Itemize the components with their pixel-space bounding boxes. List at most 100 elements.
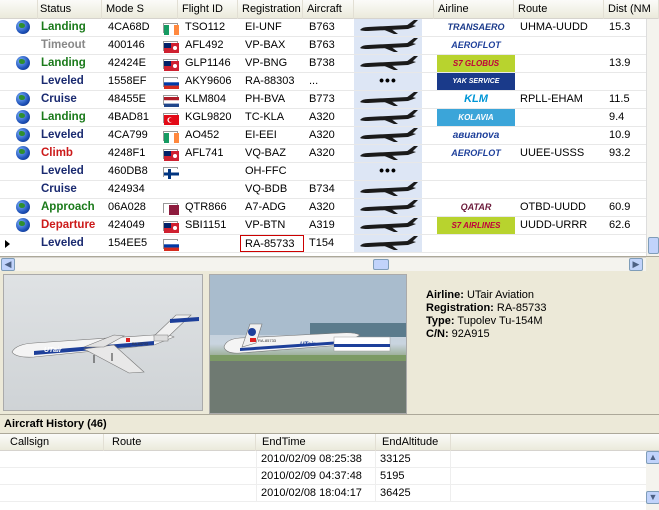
modes-cell: 424049 <box>108 219 145 231</box>
flight-id-cell: QTR866 <box>185 201 227 213</box>
table-row[interactable]: Leveled 4CA799 AO452 EI-EEI A320 авиаnova 10.9 <box>0 127 646 145</box>
aircraft-type-cell: ... <box>309 75 319 87</box>
table-row[interactable]: Approach 06A028 QTR866 A7-ADG A320 QATAR OTBD-… <box>0 199 646 217</box>
aircraft-silhouette-icon <box>354 55 422 72</box>
registration-cell: RA-88303 <box>245 75 295 87</box>
grid-horizontal-scrollbar[interactable]: ◀ ▶ <box>0 257 646 271</box>
airline-cell: KOLAVIA <box>437 109 515 126</box>
history-scroll-up-button[interactable]: ▲ <box>646 451 659 464</box>
airline-cell <box>437 181 515 198</box>
history-col-endalt[interactable]: EndAltitude <box>376 434 451 451</box>
airline-logo: AEROFLOT <box>437 145 515 162</box>
grid-vertical-scrollbar[interactable] <box>646 19 659 256</box>
col-status-header[interactable]: Status <box>36 0 102 19</box>
airline-logo: YAK SERVICE <box>437 73 515 90</box>
airline-cell: YAK SERVICE <box>437 73 515 90</box>
modes-cell: 4CA68D <box>108 21 150 33</box>
globe-icon <box>16 128 30 142</box>
scroll-right-button[interactable]: ▶ <box>629 258 643 271</box>
history-row[interactable]: 2010/02/09 08:25:38 33125 <box>0 451 659 468</box>
detail-type-label: Type: <box>426 315 455 327</box>
flight-id-cell: AFL741 <box>185 147 224 159</box>
flight-id-cell: AO452 <box>185 129 220 141</box>
aircraft-silhouette-icon <box>354 199 422 216</box>
table-row[interactable]: Timeout 400146 AFL492 VP-BAX B763 AEROFLOT <box>0 37 646 55</box>
modes-cell: 400146 <box>108 39 145 51</box>
table-row[interactable]: Cruise 424934 VQ-BDB B734 <box>0 181 646 199</box>
detail-type: Type: Tupolev Tu-154M <box>426 315 656 328</box>
table-row[interactable]: Departure 424049 SBI1151 VP-BTN A319 S7 AIRLI… <box>0 217 646 235</box>
modes-cell: 1558EF <box>108 75 147 87</box>
airline-logo: KOLAVIA <box>437 109 515 126</box>
history-title: Aircraft History (46) <box>0 415 659 434</box>
table-row[interactable]: Leveled 1558EF AKY9606 RA-88303... ••• YAK SE… <box>0 73 646 91</box>
airline-logo: AEROFLOT <box>437 37 515 54</box>
airline-cell <box>437 235 515 252</box>
col-route-header[interactable]: Route <box>514 0 604 19</box>
registration-cell: A7-ADG <box>245 201 286 213</box>
distance-cell <box>606 37 646 54</box>
airline-cell: TRANSAERO <box>437 19 515 36</box>
grid-hscroll-thumb[interactable] <box>373 259 389 270</box>
history-rows: 2010/02/09 08:25:38 33125 2010/02/09 04:37… <box>0 451 659 502</box>
airline-logo: S7 GLOBUS <box>437 55 515 72</box>
airline-cell: AEROFLOT <box>437 37 515 54</box>
photo1-livery-text: UTair <box>44 347 63 354</box>
distance-cell <box>606 73 646 90</box>
col-modes-header[interactable]: Mode S <box>102 0 178 19</box>
scroll-left-button[interactable]: ◀ <box>1 258 15 271</box>
airline-cell: AEROFLOT <box>437 145 515 162</box>
modes-cell: 424934 <box>108 183 145 195</box>
aircraft-photo-inflight[interactable]: UTair RA-85733 <box>3 274 203 411</box>
row-selector-arrow-icon <box>5 240 10 248</box>
col-aircraft-header[interactable]: Aircraft <box>303 0 354 19</box>
history-row[interactable]: 2010/02/08 18:04:17 36425 <box>0 485 659 502</box>
aircraft-photo-ground[interactable]: RA-85733 UTair <box>209 274 407 414</box>
detail-airline: Airline: UTair Aviation <box>426 289 656 302</box>
table-row[interactable]: Leveled 460DB8 OH-FFC ••• <box>0 163 646 181</box>
airline-cell: S7 AIRLINES <box>437 217 515 234</box>
history-callsign-cell <box>0 451 104 468</box>
aircraft-type-cell: A320 <box>309 201 335 213</box>
history-col-callsign[interactable]: Callsign <box>0 434 104 451</box>
modes-cell: 48455E <box>108 93 146 105</box>
registration-cell: OH-FFC <box>245 165 287 177</box>
table-row[interactable]: Landing 42424E GLP1146 VP-BNG B738 S7 GLOBUS 1… <box>0 55 646 73</box>
table-row[interactable]: Cruise 48455E KLM804 PH-BVA B773 KLM RPLL-EHAM… <box>0 91 646 109</box>
distance-cell: 62.6 <box>609 219 631 231</box>
grid-vscroll-thumb[interactable] <box>648 237 659 254</box>
route-cell <box>517 55 589 72</box>
col-icon-header[interactable] <box>0 0 38 19</box>
history-col-route[interactable]: Route <box>104 434 256 451</box>
table-row[interactable]: Leveled 154EE5 RA-85733 T154 <box>0 235 646 253</box>
inflight-plane-image: UTair RA-85733 <box>11 314 199 374</box>
modes-cell: 4248F1 <box>108 147 146 159</box>
col-thumb-header[interactable] <box>354 0 434 19</box>
history-scroll-down-button[interactable]: ▼ <box>646 491 659 504</box>
flag-icon <box>160 55 180 72</box>
status-cell: Leveled <box>41 165 84 177</box>
col-airline-header[interactable]: Airline <box>434 0 514 19</box>
table-row[interactable]: Landing 4BAD81 KGL9820 TC-KLA A320 KOLAVIA 9.4 <box>0 109 646 127</box>
history-vertical-scrollbar[interactable]: ▲ ▼ <box>646 451 659 510</box>
history-row[interactable]: 2010/02/09 04:37:48 5195 <box>0 468 659 485</box>
row-icon-cell <box>0 37 38 54</box>
flag-icon <box>160 73 180 90</box>
aircraft-type-cell: A320 <box>309 111 335 123</box>
history-endalt-cell: 33125 <box>376 451 451 468</box>
col-dist-header[interactable]: Dist (NM <box>604 0 659 19</box>
aircraft-type-cell: B773 <box>309 93 335 105</box>
globe-icon <box>16 200 30 214</box>
flag-icon <box>160 127 180 144</box>
history-col-endtime[interactable]: EndTime <box>256 434 376 451</box>
col-flightid-header[interactable]: Flight ID <box>178 0 238 19</box>
detail-cn: C/N: 92A915 <box>426 328 656 341</box>
globe-icon <box>16 56 30 70</box>
table-row[interactable]: Landing 4CA68D TSO112 EI-UNF B763 TRANSAERO UH… <box>0 19 646 37</box>
table-row[interactable]: Climb 4248F1 AFL741 VQ-BAZ A320 AEROFLOT UUEE-… <box>0 145 646 163</box>
modes-cell: 42424E <box>108 57 146 69</box>
detail-cn-value: 92A915 <box>451 328 490 340</box>
globe-icon <box>16 146 30 160</box>
col-registration-header[interactable]: Registration <box>238 0 303 19</box>
status-cell: Landing <box>41 57 86 69</box>
